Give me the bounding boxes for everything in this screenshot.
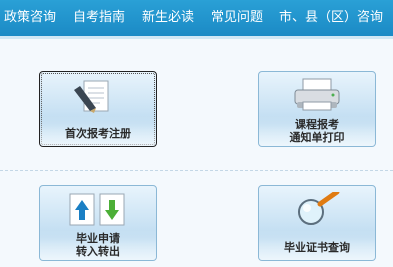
diploma-query-label: 毕业证书查询 <box>284 241 350 254</box>
transfer-in-out-label: 转入转出 <box>76 245 120 258</box>
nav-item-city-county-consulting[interactable]: 市、县（区）咨询 <box>279 0 383 36</box>
printer-icon <box>294 78 340 111</box>
first-registration-button[interactable]: 首次报考注册 <box>39 71 157 147</box>
nav-underline <box>0 36 393 39</box>
course-notice-print-button[interactable]: 课程报考 通知单打印 <box>258 71 376 147</box>
nav-item-freshman-must-read[interactable]: 新生必读 <box>142 0 194 36</box>
graduation-transfer-button[interactable]: 毕业申请 转入转出 <box>39 185 157 261</box>
pen-document-icon <box>74 80 109 113</box>
nav-item-faq[interactable]: 常见问题 <box>211 0 263 36</box>
top-navigation-bar: 政策咨询 自考指南 新生必读 常见问题 市、县（区）咨询 <box>0 0 393 36</box>
notice-print-label: 通知单打印 <box>289 131 345 144</box>
first-registration-label: 首次报考注册 <box>65 127 131 140</box>
transfer-documents-icon <box>69 193 125 226</box>
graduation-application-label: 毕业申请 <box>76 232 120 245</box>
nav-item-self-study-guide[interactable]: 自考指南 <box>73 0 125 36</box>
nav-item-policy-consulting[interactable]: 政策咨询 <box>4 0 56 36</box>
magnifier-icon <box>298 192 340 225</box>
course-enrollment-label: 课程报考 <box>295 118 339 131</box>
diploma-query-button[interactable]: 毕业证书查询 <box>258 185 376 261</box>
section-divider <box>0 170 393 171</box>
